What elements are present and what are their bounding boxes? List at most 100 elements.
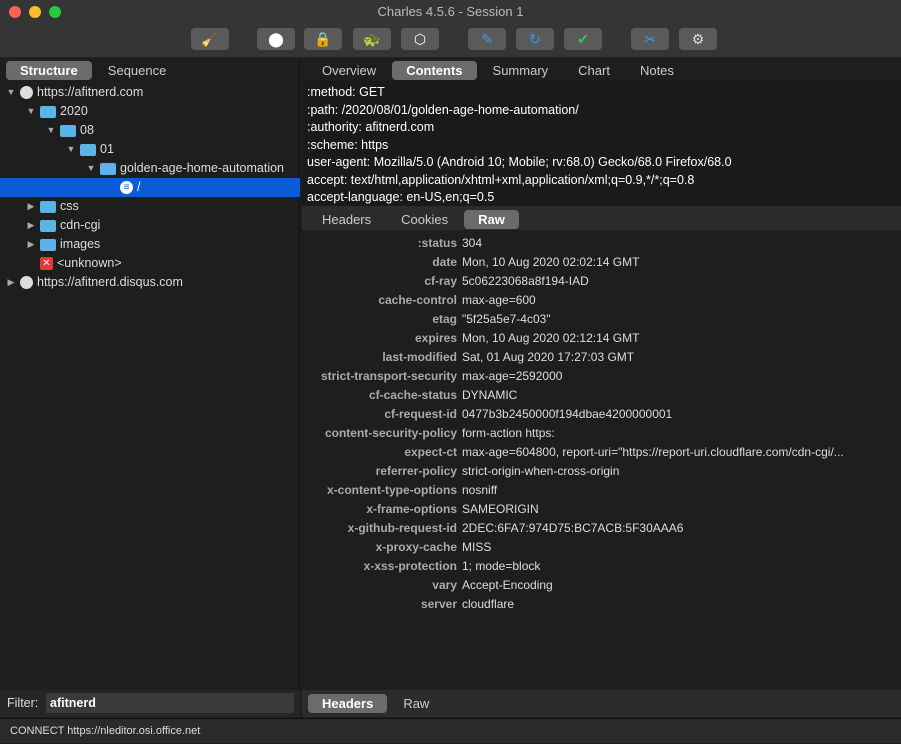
header-name: x-content-type-options <box>327 483 457 497</box>
settings-gear-icon: ⚙ <box>691 30 705 47</box>
header-row: expires Mon, 10 Aug 2020 02:12:14 GMT <box>302 329 901 348</box>
record-button[interactable]: ⬤ <box>257 28 295 50</box>
tree-item[interactable]: ≡ / <box>106 178 140 197</box>
request-icon: ≡ <box>120 181 133 194</box>
ssl-lock-button[interactable]: 🔒 <box>304 28 342 50</box>
throttle-turtle-icon: 🐢 <box>363 30 381 47</box>
folder-icon <box>40 238 56 251</box>
header-value: max-age=600 <box>462 293 536 307</box>
tools-button[interactable]: ✂ <box>631 28 669 50</box>
header-row: vary Accept-Encoding <box>302 576 901 595</box>
tab-chart[interactable]: Chart <box>564 61 624 80</box>
disclosure-triangle-icon[interactable]: ▼ <box>6 83 16 102</box>
header-value: DYNAMIC <box>462 388 518 402</box>
header-row: etag "5f25a5e7-4c03" <box>302 310 901 329</box>
tree-item-label: golden-age-home-automation <box>120 161 284 175</box>
tree-item-label: cdn-cgi <box>60 218 101 232</box>
tree-item[interactable]: ✕ <unknown> <box>26 254 122 273</box>
ssl-lock-icon: 🔒 <box>314 30 332 47</box>
response-tabs: Headers Raw <box>308 694 443 713</box>
tree-item[interactable]: ▶ images <box>26 235 101 254</box>
header-name: expect-ct <box>404 445 457 459</box>
compose-pen-icon: ✎ <box>481 30 493 47</box>
tree-item[interactable]: ▼ golden-age-home-automation <box>86 159 284 178</box>
request-headers-text: :method: GET:path: /2020/08/01/golden-ag… <box>307 84 732 206</box>
filter-input[interactable] <box>46 693 294 713</box>
tree-item-label: https://afitnerd.com <box>37 85 144 99</box>
window-title: Charles 4.5.6 - Session 1 <box>377 4 524 19</box>
breakpoint-hexagon-icon: ⬡ <box>413 30 427 47</box>
tab-headers[interactable]: Headers <box>308 210 385 229</box>
repeat-icon: ↻ <box>529 30 541 47</box>
tab-headers[interactable]: Headers <box>308 694 388 713</box>
header-row: strict-transport-security max-age=2592000 <box>302 367 901 386</box>
header-name: referrer-policy <box>375 464 457 478</box>
header-name: vary <box>432 578 457 592</box>
selected-row-highlight <box>0 178 300 197</box>
header-name: cf-cache-status <box>368 388 457 402</box>
tab-raw[interactable]: Raw <box>389 694 443 713</box>
header-value: 304 <box>462 236 483 250</box>
header-name: server <box>420 597 457 611</box>
folder-icon <box>100 162 116 175</box>
throttle-turtle-button[interactable]: 🐢 <box>353 28 391 50</box>
tab-contents[interactable]: Contents <box>392 61 477 80</box>
header-value: 5c06223068a8f194-IAD <box>462 274 589 288</box>
tree-item[interactable]: ▶ cdn-cgi <box>26 216 101 235</box>
tab-summary[interactable]: Summary <box>479 61 563 80</box>
tree-item[interactable]: ▼ 01 <box>66 140 114 159</box>
request-line: :scheme: https <box>307 137 389 152</box>
filter-label: Filter: <box>7 696 39 710</box>
header-name: x-github-request-id <box>347 521 457 535</box>
header-value: cloudflare <box>462 597 515 611</box>
disclosure-triangle-icon[interactable]: ▼ <box>86 159 96 178</box>
structure-pane <box>0 59 300 717</box>
tools-icon: ✂ <box>644 30 656 47</box>
disclosure-triangle-icon[interactable]: ▶ <box>26 235 36 254</box>
settings-gear-button[interactable]: ⚙ <box>679 28 717 50</box>
disclosure-triangle-icon[interactable]: ▼ <box>46 121 56 140</box>
header-value: form-action https: <box>462 426 555 440</box>
folder-icon <box>40 219 56 232</box>
tree-item[interactable]: ▼ 2020 <box>26 102 88 121</box>
tab-cookies[interactable]: Cookies <box>387 210 462 229</box>
tab-overview[interactable]: Overview <box>308 61 390 80</box>
broom-button[interactable]: 🧹 <box>191 28 229 50</box>
disclosure-triangle-icon[interactable]: ▶ <box>6 273 16 292</box>
left-tabs: Structure Sequence <box>6 61 180 80</box>
tree-item-label: 2020 <box>60 104 88 118</box>
disclosure-triangle-icon[interactable]: ▶ <box>26 197 36 216</box>
tab-sequence[interactable]: Sequence <box>94 61 181 80</box>
header-row: cf-ray 5c06223068a8f194-IAD <box>302 272 901 291</box>
validate-check-button[interactable]: ✔ <box>564 28 602 50</box>
error-icon: ✕ <box>40 257 53 270</box>
folder-icon <box>80 143 96 156</box>
filter-bar: Filter: <box>0 690 300 717</box>
request-line: :method: GET <box>307 85 385 99</box>
header-row: :status 304 <box>302 234 901 253</box>
tree-item[interactable]: ▼ 08 <box>46 121 94 140</box>
disclosure-triangle-icon[interactable]: ▼ <box>66 140 76 159</box>
compose-pen-button[interactable]: ✎ <box>468 28 506 50</box>
header-name: cf-request-id <box>384 407 457 421</box>
tree-item[interactable]: ▼ https://afitnerd.com <box>6 83 143 102</box>
header-row: server cloudflare <box>302 595 901 614</box>
header-row: cf-cache-status DYNAMIC <box>302 386 901 405</box>
header-value: Sat, 01 Aug 2020 17:27:03 GMT <box>462 350 635 364</box>
header-row: x-github-request-id 2DEC:6FA7:974D75:BC7A… <box>302 519 901 538</box>
tab-structure[interactable]: Structure <box>6 61 92 80</box>
header-name: cache-control <box>378 293 457 307</box>
breakpoint-hexagon-button[interactable]: ⬡ <box>401 28 439 50</box>
repeat-button[interactable]: ↻ <box>516 28 554 50</box>
header-name: x-xss-protection <box>363 559 457 573</box>
header-name: last-modified <box>382 350 457 364</box>
tree-item-label: 08 <box>80 123 94 137</box>
header-value: 2DEC:6FA7:974D75:BC7ACB:5F30AAA6 <box>462 521 684 535</box>
tab-raw[interactable]: Raw <box>464 210 519 229</box>
disclosure-triangle-icon[interactable]: ▼ <box>26 102 36 121</box>
tree-item[interactable]: ▶ https://afitnerd.disqus.com <box>6 273 183 292</box>
tab-notes[interactable]: Notes <box>626 61 688 80</box>
tree-item[interactable]: ▶ css <box>26 197 79 216</box>
header-row: x-content-type-options nosniff <box>302 481 901 500</box>
disclosure-triangle-icon[interactable]: ▶ <box>26 216 36 235</box>
